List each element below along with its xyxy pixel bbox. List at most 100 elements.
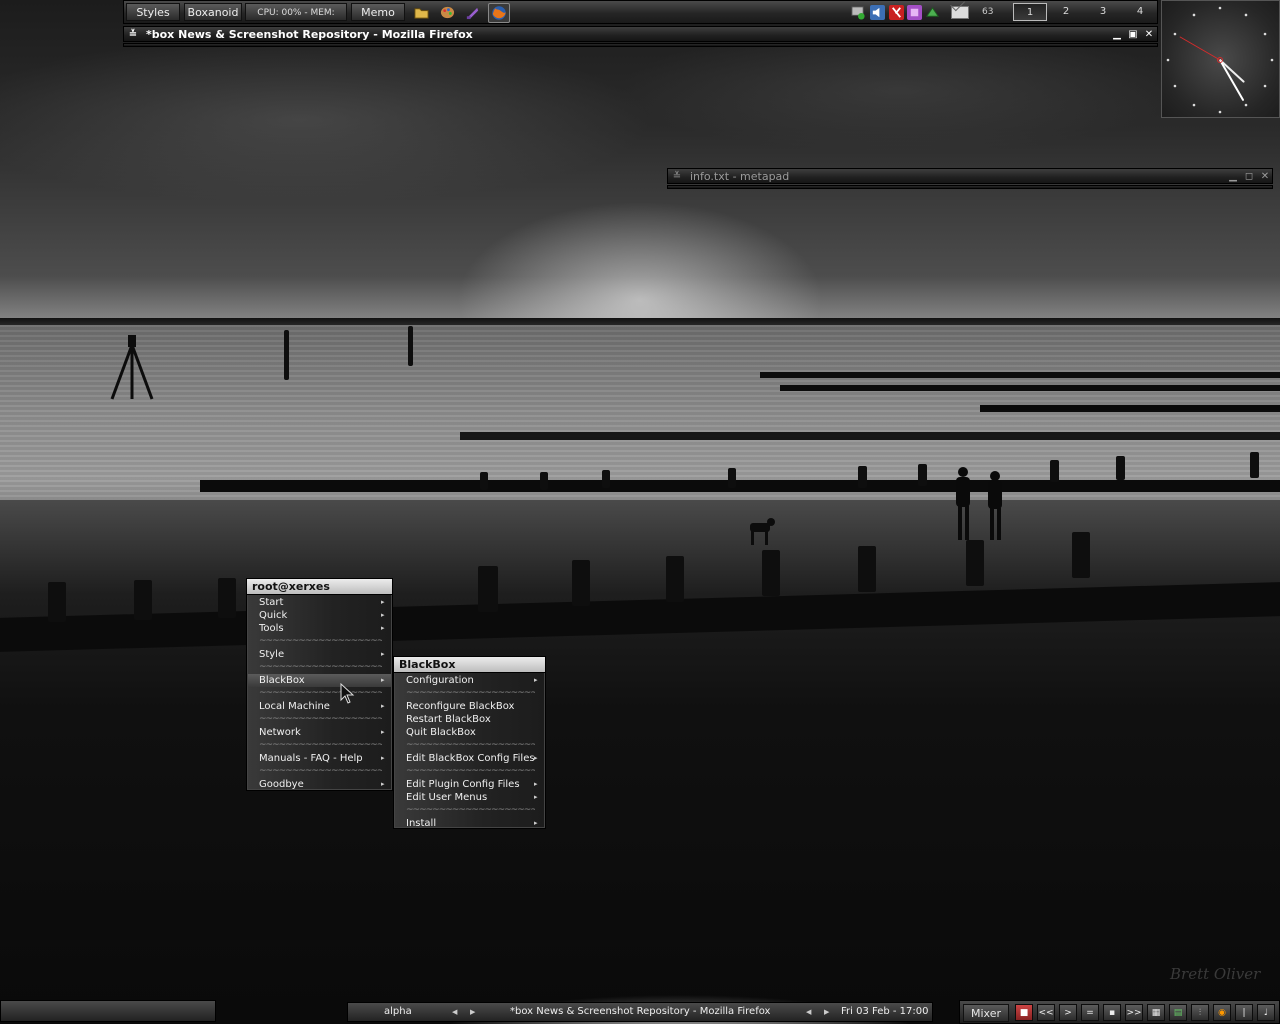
workspace-3[interactable]: 3 [1086, 3, 1120, 21]
menu-item-label: Local Machine [259, 701, 330, 712]
green-app-icon[interactable] [925, 5, 940, 20]
menu-separator: ~~~~~~~~~~~~~~~~~~~~~~~~ [259, 739, 382, 752]
firefox-window-titlebar[interactable]: ≚ *box News & Screenshot Repository - Mo… [123, 26, 1158, 42]
root-menu-title: root@xerxes [247, 579, 392, 595]
shade-icon[interactable]: ≚ [672, 169, 682, 185]
note-button[interactable]: ♩ [1257, 1004, 1275, 1021]
dock-panel: Mixer ■ << > = ▪ >> ▦ ▤ ⫶ ◉ | ♩ [959, 1000, 1280, 1024]
firefox-icon[interactable] [488, 3, 510, 23]
folder-icon[interactable] [414, 5, 429, 20]
blackbox-menu-item-configuration[interactable]: Configuration ▸ [395, 674, 544, 687]
marker-pole [284, 330, 289, 380]
menu-separator: ~~~~~~~~~~~~~~~~~~~~~~~~ [406, 804, 535, 817]
separator-text: ~~~~~~~~~~~~~~~~~~~~~~~~ [406, 740, 535, 750]
blackbox-menu-item-quit-blackbox[interactable]: Quit BlackBox [395, 726, 544, 739]
beach [0, 500, 1280, 1024]
menu-item-label: Edit BlackBox Config Files [406, 753, 535, 764]
blackbox-menu-item-edit-plugin-config-files[interactable]: Edit Plugin Config Files ▸ [395, 778, 544, 791]
root-menu-item-quick[interactable]: Quick ▸ [248, 609, 391, 622]
blackbox-menu-item-edit-blackbox-config-files[interactable]: Edit BlackBox Config Files ▸ [395, 752, 544, 765]
blackbox-menu-item-install[interactable]: Install ▸ [395, 817, 544, 830]
speaker-icon[interactable] [870, 5, 885, 20]
rewind-button[interactable]: << [1037, 1004, 1055, 1021]
groyne-post [1072, 532, 1090, 578]
groyne-post [858, 546, 876, 592]
root-menu-item-start[interactable]: Start ▸ [248, 596, 391, 609]
root-menu-item-blackbox[interactable]: BlackBox ▸ [248, 674, 391, 687]
groyne-post [858, 466, 867, 488]
menu-item-label: Network [259, 727, 301, 738]
purple-square-icon[interactable] [907, 5, 922, 20]
analog-clock [1161, 0, 1280, 118]
workspace-4[interactable]: 4 [1123, 3, 1157, 21]
menu-item-label: Tools [259, 623, 284, 634]
desktop-wallpaper: Brett Oliver [0, 0, 1280, 1024]
sliders-icon[interactable]: ⫶ [1191, 1004, 1209, 1021]
maximize-button[interactable]: ◻ [1242, 169, 1256, 185]
metapad-window-titlebar[interactable]: ≚ info.txt - metapad ▁ ◻ ✕ [667, 168, 1273, 184]
network-monitor-icon[interactable] [851, 5, 866, 20]
mail-icon[interactable] [951, 6, 969, 19]
menu-item-label: Start [259, 597, 284, 608]
mixer-button[interactable]: Mixer [963, 1004, 1009, 1022]
blackbox-menu-item-edit-user-menus[interactable]: Edit User Menus ▸ [395, 791, 544, 804]
root-menu-item-local-machine[interactable]: Local Machine ▸ [248, 700, 391, 713]
top-toolbar: Styles Boxanoid CPU: 00% - MEM: 73% Memo… [123, 0, 1158, 36]
paint-palette-icon[interactable] [440, 5, 455, 20]
stop-icon[interactable]: ■ [1015, 1004, 1033, 1021]
prev-workspace-icon[interactable]: ◀ [452, 1003, 457, 1021]
close-button[interactable]: ✕ [1142, 27, 1156, 43]
minute-hand [1219, 59, 1244, 101]
workspace-name: alpha [384, 1006, 412, 1017]
pause-button[interactable]: = [1081, 1004, 1099, 1021]
submenu-arrow-icon: ▸ [534, 819, 538, 827]
root-menu-item-network[interactable]: Network ▸ [248, 726, 391, 739]
next-task-icon[interactable]: ▶ [824, 1003, 829, 1021]
menu-item-label: Configuration [406, 675, 474, 686]
grid-icon[interactable]: ▦ [1147, 1004, 1165, 1021]
groyne-post [48, 582, 66, 622]
workspace-2[interactable]: 2 [1049, 3, 1083, 21]
groyne [460, 432, 1280, 440]
shade-icon[interactable]: ≚ [128, 27, 138, 43]
root-menu-item-manuals-faq-help[interactable]: Manuals - FAQ - Help ▸ [248, 752, 391, 765]
mail-count: 63 [982, 7, 994, 17]
memo-button[interactable]: Memo [351, 3, 405, 21]
styles-button[interactable]: Styles [126, 3, 180, 21]
separator-text: ~~~~~~~~~~~~~~~~~~~~~~~~ [406, 688, 535, 698]
bottom-left-panel [0, 1000, 216, 1022]
bar-button[interactable]: | [1235, 1004, 1253, 1021]
separator-text: ~~~~~~~~~~~~~~~~~~~~~~~~ [259, 740, 382, 750]
red-app-icon[interactable] [889, 5, 904, 20]
green-grid-icon[interactable]: ▤ [1169, 1004, 1187, 1021]
play-button[interactable]: > [1059, 1004, 1077, 1021]
separator-text: ~~~~~~~~~~~~~~~~~~~~~~~~ [259, 766, 382, 776]
clock-tick [1270, 58, 1274, 62]
purple-app-icon[interactable] [465, 5, 480, 20]
prev-task-icon[interactable]: ◀ [806, 1003, 811, 1021]
root-menu-item-style[interactable]: Style ▸ [248, 648, 391, 661]
stop-button[interactable]: ▪ [1103, 1004, 1121, 1021]
groyne-post [540, 472, 548, 490]
close-button[interactable]: ✕ [1258, 169, 1272, 185]
boxanoid-button[interactable]: Boxanoid [184, 3, 242, 21]
menu-item-label: Edit Plugin Config Files [406, 779, 520, 790]
maximize-button[interactable]: ▣ [1126, 27, 1140, 43]
groyne-post [1116, 456, 1125, 480]
task-title[interactable]: *box News & Screenshot Repository - Mozi… [510, 1003, 770, 1021]
workspace-1[interactable]: 1 [1013, 3, 1047, 21]
minimize-button[interactable]: ▁ [1110, 27, 1124, 43]
orange-app-icon[interactable]: ◉ [1213, 1004, 1231, 1021]
groyne-post [966, 540, 984, 586]
cpu-mem-monitor: CPU: 00% - MEM: 73% [245, 3, 347, 36]
menu-item-label: Install [406, 818, 437, 829]
minimize-button[interactable]: ▁ [1226, 169, 1240, 185]
next-workspace-icon[interactable]: ▶ [470, 1003, 475, 1021]
root-menu-item-goodbye[interactable]: Goodbye ▸ [248, 778, 391, 791]
blackbox-menu-item-reconfigure-blackbox[interactable]: Reconfigure BlackBox [395, 700, 544, 713]
forward-button[interactable]: >> [1125, 1004, 1143, 1021]
menu-item-label: Quick [259, 610, 288, 621]
blackbox-menu-item-restart-blackbox[interactable]: Restart BlackBox [395, 713, 544, 726]
separator-text: ~~~~~~~~~~~~~~~~~~~~~~~~ [259, 714, 382, 724]
root-menu-item-tools[interactable]: Tools ▸ [248, 622, 391, 635]
